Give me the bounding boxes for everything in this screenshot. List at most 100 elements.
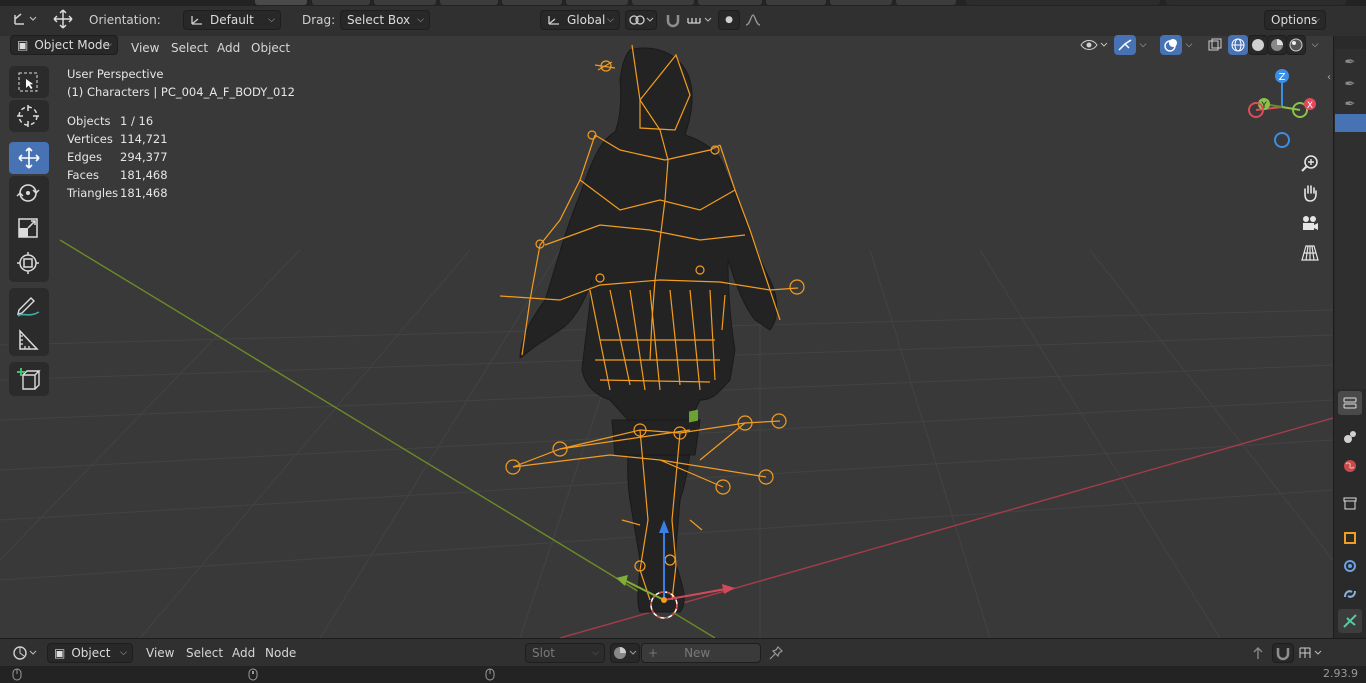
material-browse-button[interactable] [610,643,640,663]
shading-wireframe-button[interactable] [1228,35,1248,55]
properties-tab-world[interactable] [1338,454,1362,478]
mode-dropdown[interactable]: ▣ Object Mode ⌵ [10,35,118,55]
options-dropdown[interactable]: Options ⌵ [1264,10,1326,30]
cursor-icon [17,105,39,127]
grid-axes-icon [14,13,37,25]
measure-tool[interactable] [9,324,47,356]
add-cube-tool[interactable] [9,363,47,395]
workspace-tab[interactable] [632,0,694,5]
zoom-button[interactable] [1296,149,1324,177]
workspace-tab[interactable] [896,0,956,5]
falloff-dropdown[interactable] [742,10,764,30]
properties-tab-constraints[interactable] [1338,582,1362,606]
transform-tool[interactable] [9,247,47,279]
cursor-tool[interactable] [9,100,47,132]
menu-node[interactable]: Node [259,643,302,663]
stat-value: 294,377 [120,150,168,164]
editor-type-button[interactable] [10,643,40,663]
menu-view[interactable]: View [140,643,180,663]
menu-add[interactable]: Add [226,643,261,663]
mode-value: Object Mode [34,38,110,52]
3d-viewport[interactable]: User Perspective (1) Characters | PC_004… [0,36,1333,638]
workspace-tab[interactable] [566,0,628,5]
workspace-tab[interactable] [440,0,498,5]
snap-toggle-button[interactable] [662,10,684,30]
workspace-tab[interactable] [374,0,436,5]
material-sphere-icon [614,647,637,659]
object-square-icon [1344,532,1356,544]
shading-dropdown[interactable]: ⌵ [1306,35,1324,55]
node-snap-dropdown[interactable] [1296,643,1326,663]
xray-toggle-button[interactable] [1204,35,1226,55]
snap-target-dropdown[interactable] [684,10,716,30]
properties-tab-data[interactable] [1338,609,1362,633]
pin-button[interactable] [765,643,787,663]
scene-canvas[interactable] [0,36,1333,638]
annotate-tool[interactable] [9,290,47,322]
sidebar-tab-view[interactable]: ✒ [1338,92,1362,116]
workspace-tab[interactable] [698,0,762,5]
magnet-icon [1276,648,1290,661]
chevron-down-icon: ⌵ [268,15,275,25]
yz-plane-handle[interactable] [689,409,698,423]
overlay-dropdown[interactable]: ⌵ [1181,35,1197,55]
workspace-tab[interactable] [502,0,562,5]
workspace-tab[interactable] [766,0,826,5]
editor-type-button[interactable] [10,9,40,29]
move-tool[interactable] [9,142,49,174]
proportional-edit-button[interactable]: ● [718,10,740,30]
character-mesh[interactable] [519,47,778,613]
gizmo-toggle-button[interactable] [1114,35,1136,55]
node-snap-toggle[interactable] [1272,643,1294,663]
navigation-gizmo[interactable]: Z Y X [1236,62,1326,152]
menu-select[interactable]: Select [165,38,214,58]
transform-orientation-dropdown[interactable]: Global ⌵ [540,10,620,30]
camera-view-button[interactable] [1296,209,1324,237]
orientation-dropdown[interactable]: Default ⌵ [183,10,281,30]
shader-type-dropdown[interactable]: ▣ Object ⌵ [47,643,133,663]
parent-node-tree-button[interactable] [1247,643,1269,663]
properties-tab-object[interactable] [1338,526,1362,550]
perspective-toggle-button[interactable] [1296,239,1324,267]
rotate-tool[interactable] [9,177,47,209]
gizmo-dropdown[interactable]: ⌵ [1135,35,1151,55]
menu-add[interactable]: Add [211,38,246,58]
select-box-tool[interactable] [9,66,47,98]
stat-label: Objects [67,114,111,128]
view-layer-selector[interactable] [1166,0,1346,5]
collection-box-icon [1343,497,1357,510]
menu-select[interactable]: Select [180,643,229,663]
workspace-tab[interactable] [312,0,370,5]
properties-tab-modifiers[interactable] [1338,554,1362,578]
visibility-dropdown[interactable] [1078,35,1110,55]
transform-tool-icon[interactable] [50,8,76,30]
slot-dropdown[interactable]: Slot ⌵ [525,643,605,663]
new-material-button[interactable]: + New [641,643,761,663]
properties-tab-render[interactable] [1338,425,1362,449]
ruler-icon [19,329,39,350]
collapse-arrow-icon[interactable]: ‹ [1327,72,1331,83]
pivot-point-button[interactable] [625,10,657,30]
slot-label: Slot [532,646,555,660]
axes-icon [548,16,559,25]
menu-object[interactable]: Object [245,38,296,58]
workspace-tab-active[interactable] [255,0,307,5]
workspace-tab[interactable] [830,0,892,5]
shading-material-button[interactable] [1267,35,1287,55]
scene-selector[interactable] [966,0,1160,5]
properties-tab-tool[interactable] [1338,391,1362,415]
drag-dropdown[interactable]: Select Box ⌵ [340,10,430,30]
shading-rendered-button[interactable] [1286,35,1306,55]
shading-solid-button[interactable] [1248,35,1268,55]
menu-view[interactable]: View [125,38,165,58]
sidebar-tab-item[interactable]: ✒ [1338,50,1362,74]
sidebar-tab-active[interactable] [1335,114,1366,132]
mouse-right-icon [485,668,495,683]
pan-button[interactable] [1296,179,1324,207]
orientation-label: Orientation: [89,13,161,27]
x-arrow-head [722,584,735,594]
properties-tab-collection[interactable] [1338,491,1362,515]
overlay-toggle-button[interactable] [1160,35,1182,55]
gizmo-neg-z-axis[interactable] [1274,132,1290,148]
scale-tool[interactable] [9,212,47,244]
